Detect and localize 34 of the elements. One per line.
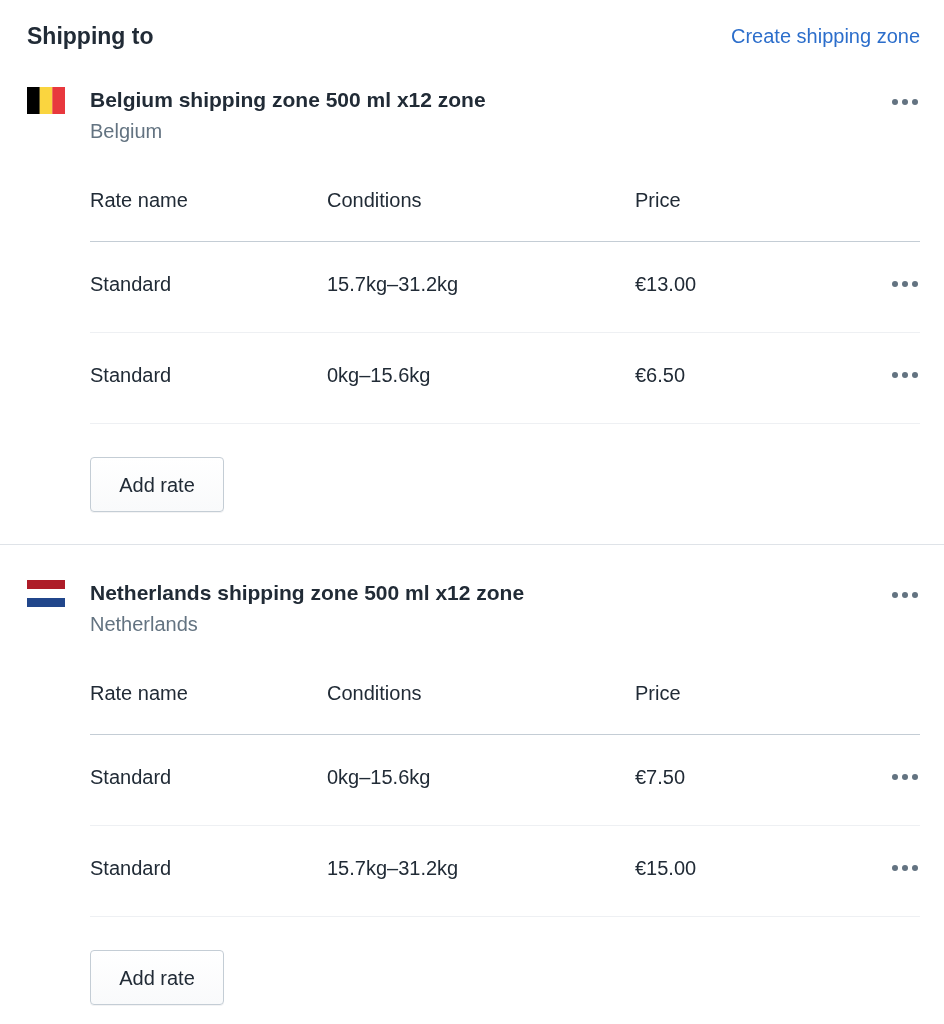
column-header: Conditions (327, 681, 423, 706)
zone-title: Netherlands shipping zone 500 ml x12 zone (90, 580, 526, 606)
zone-country: Belgium (90, 119, 164, 144)
table-cell-text: 0kg–15.6kg (327, 765, 432, 790)
column-header: Rate name (90, 681, 189, 706)
flag-icon (27, 580, 65, 607)
table-cell-text: €6.50 (635, 363, 687, 388)
table-cell-text: €15.00 (635, 856, 698, 881)
add-rate-button[interactable]: Add rate (90, 950, 224, 1005)
column-header: Conditions (327, 188, 423, 213)
ellipsis-icon[interactable] (892, 99, 918, 105)
flag-icon (27, 87, 65, 114)
column-header: Price (635, 681, 682, 706)
create-zone-link[interactable]: Create shipping zone (731, 22, 920, 50)
zone-title: Belgium shipping zone 500 ml x12 zone (90, 87, 487, 113)
table-cell-text: €7.50 (635, 765, 687, 790)
ellipsis-icon[interactable] (892, 865, 918, 871)
zone-country: Netherlands (90, 612, 199, 637)
ellipsis-icon[interactable] (892, 774, 918, 780)
table-cell-text: 0kg–15.6kg (327, 363, 432, 388)
table-cell-text: Standard (90, 765, 173, 790)
table-cell-text: 15.7kg–31.2kg (327, 856, 460, 881)
section-title: Shipping to (27, 22, 154, 50)
table-cell-text: Standard (90, 272, 173, 297)
ellipsis-icon[interactable] (892, 372, 918, 378)
column-header: Rate name (90, 188, 189, 213)
column-header: Price (635, 188, 682, 213)
table-cell-text: Standard (90, 363, 173, 388)
ellipsis-icon[interactable] (892, 281, 918, 287)
table-cell-text: €13.00 (635, 272, 698, 297)
ellipsis-icon[interactable] (892, 592, 918, 598)
add-rate-button[interactable]: Add rate (90, 457, 224, 512)
table-cell-text: Standard (90, 856, 173, 881)
table-cell-text: 15.7kg–31.2kg (327, 272, 460, 297)
